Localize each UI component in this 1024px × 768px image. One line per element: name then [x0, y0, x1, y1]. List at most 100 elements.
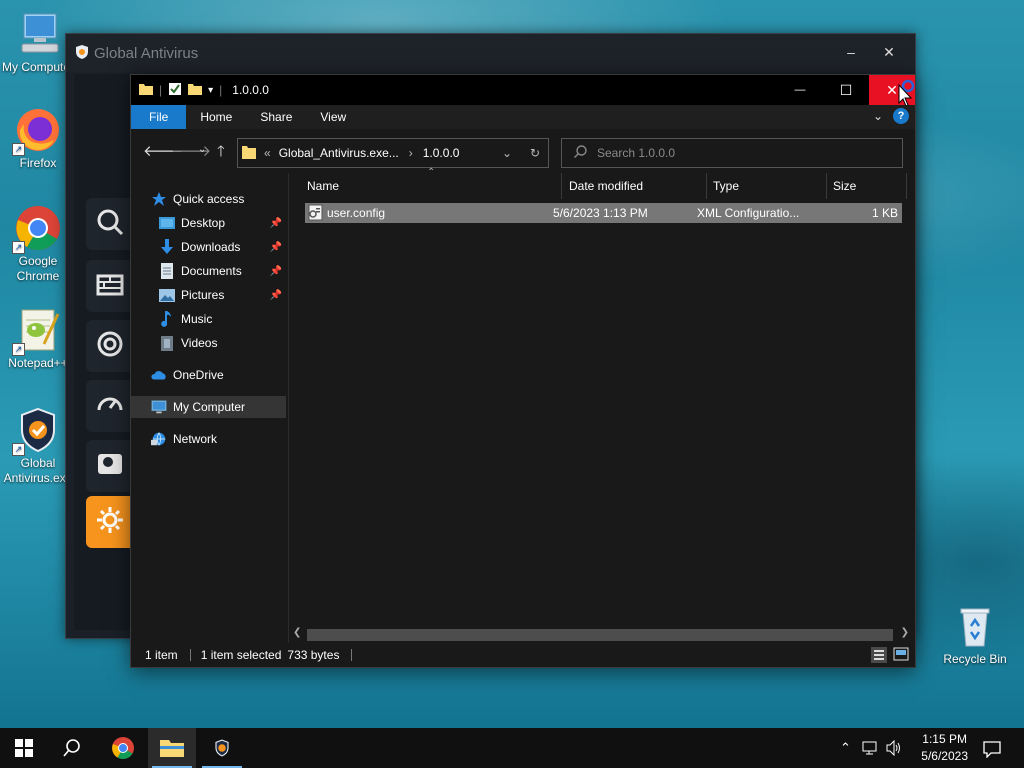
search-input[interactable]: Search 1.0.0.0 [561, 138, 903, 168]
details-view-icon[interactable] [871, 647, 887, 663]
computer-icon [151, 399, 167, 415]
folder-icon [242, 144, 256, 163]
hard-drive-icon [98, 454, 122, 474]
file-list: ⌃ Name Date modified Type Size user.conf… [289, 167, 913, 643]
windows-logo-icon [15, 739, 33, 757]
antivirus-titlebar: Global Antivirus [66, 34, 915, 72]
target-icon [97, 331, 123, 357]
pin-icon[interactable]: 📌 [270, 290, 282, 301]
address-dropdown-icon[interactable]: ⌄ [502, 146, 512, 160]
breadcrumb-global-antivirus[interactable]: Global_Antivirus.exe... [279, 146, 399, 160]
minimize-button[interactable]: – [839, 42, 863, 62]
shortcut-arrow-icon: ↗ [12, 143, 25, 156]
nav-item-network[interactable]: Network [151, 428, 306, 450]
overflow-icon[interactable]: « [264, 146, 271, 160]
window-title: 1.0.0.0 [232, 83, 269, 97]
status-separator [351, 649, 353, 661]
pin-icon[interactable]: 📌 [270, 218, 282, 229]
clock-date: 5/6/2023 [921, 749, 968, 763]
clock-time: 1:15 PM [922, 732, 967, 746]
nav-item-documents[interactable]: Documents 📌 [159, 260, 286, 282]
navigation-pane: Quick access Desktop 📌 Downloads 📌 Docum… [131, 173, 288, 643]
refresh-icon[interactable]: ↻ [530, 146, 540, 160]
toolbar-separator: | [219, 83, 223, 97]
file-explorer-window: | ▾ | 1.0.0.0 — ☐ ✕ File Home Share View… [130, 74, 916, 668]
scroll-right-icon[interactable]: ❯ [901, 627, 909, 638]
nav-item-my-computer[interactable]: My Computer [131, 396, 286, 418]
up-arrow-icon[interactable]: 🡑 [217, 141, 225, 166]
notifications-icon[interactable] [983, 740, 1001, 761]
downloads-icon [159, 239, 175, 255]
show-hidden-icons-icon[interactable]: ⌃ [840, 740, 851, 756]
antivirus-sidebar [74, 74, 138, 630]
nav-item-videos[interactable]: Videos [159, 332, 286, 354]
notepad-plus-plus-icon: ↗ [12, 306, 62, 356]
network-icon [151, 431, 167, 447]
network-status-icon[interactable] [862, 740, 880, 759]
tab-view[interactable]: View [306, 105, 360, 129]
taskbar-global-antivirus[interactable] [198, 728, 246, 768]
toolbar-separator: | [159, 83, 163, 97]
search-icon [574, 145, 587, 161]
nav-item-downloads[interactable]: Downloads 📌 [159, 236, 286, 258]
explorer-titlebar[interactable]: | ▾ | 1.0.0.0 — ☐ ✕ [131, 75, 915, 107]
pin-icon[interactable]: 📌 [270, 242, 282, 253]
recent-locations-icon[interactable]: ⌄ [198, 144, 206, 155]
start-button[interactable] [0, 728, 48, 768]
breadcrumb-current[interactable]: 1.0.0.0 [423, 146, 460, 160]
nav-item-quick-access[interactable]: Quick access [151, 188, 306, 210]
nav-item-music[interactable]: Music [159, 308, 286, 330]
volume-icon[interactable] [886, 739, 902, 759]
videos-icon [159, 335, 175, 351]
file-row-user-config[interactable]: user.config 5/6/2023 1:13 PM XML Configu… [305, 203, 902, 223]
taskbar-file-explorer[interactable] [148, 728, 196, 768]
tab-file[interactable]: File [131, 105, 187, 129]
firefox-icon: ↗ [12, 106, 62, 156]
nav-item-onedrive[interactable]: OneDrive [151, 364, 306, 386]
pictures-icon [159, 287, 175, 303]
search-button[interactable] [48, 728, 96, 768]
search-icon [97, 209, 124, 236]
expand-ribbon-icon[interactable]: ⌄ [873, 109, 883, 123]
scrollbar-thumb[interactable] [307, 629, 893, 641]
nav-item-pictures[interactable]: Pictures 📌 [159, 284, 286, 306]
shield-icon [76, 44, 88, 62]
scroll-left-icon[interactable]: ❮ [293, 627, 301, 638]
shortcut-arrow-icon: ↗ [12, 241, 25, 254]
taskbar: ⌃ 1:15 PM 5/6/2023 [0, 728, 1024, 768]
minimize-button[interactable]: — [777, 75, 823, 105]
desktop-icon-recycle-bin[interactable]: Recycle Bin [937, 602, 1013, 667]
close-button[interactable]: ✕ [877, 42, 901, 62]
file-explorer-icon [160, 740, 184, 757]
file-size: 1 KB [871, 206, 898, 220]
properties-icon[interactable] [168, 82, 182, 99]
help-icon[interactable]: ? [893, 108, 909, 124]
tab-home[interactable]: Home [186, 105, 246, 129]
search-placeholder: Search 1.0.0.0 [597, 146, 676, 160]
address-bar[interactable]: « Global_Antivirus.exe... › 1.0.0.0 ⌄ ↻ [237, 138, 549, 168]
maximize-button[interactable]: ☐ [823, 75, 869, 105]
new-folder-icon[interactable] [188, 82, 203, 99]
horizontal-scrollbar[interactable]: ❮ ❯ [289, 627, 913, 643]
file-type: XML Configuratio... [697, 206, 800, 220]
column-header-type[interactable]: Type [707, 173, 827, 199]
customize-quick-access-icon[interactable]: ▾ [208, 85, 213, 96]
maximize-icon: ☐ [839, 81, 853, 98]
pin-icon[interactable]: 📌 [270, 266, 282, 277]
ribbon-right-controls: ⌄ ? [873, 108, 909, 124]
onedrive-icon [151, 367, 167, 383]
music-icon [159, 311, 175, 327]
taskbar-chrome[interactable] [99, 728, 147, 768]
large-icons-view-icon[interactable] [893, 647, 909, 664]
column-header-size[interactable]: Size [827, 173, 907, 199]
column-header-date-modified[interactable]: Date modified [562, 173, 707, 199]
gear-icon [97, 507, 123, 533]
speedometer-icon [97, 397, 123, 411]
firewall-icon [96, 274, 124, 296]
shield-icon: ↗ [12, 406, 62, 456]
column-header-name[interactable]: Name [289, 173, 562, 199]
nav-item-desktop[interactable]: Desktop 📌 [159, 212, 286, 234]
taskbar-clock[interactable]: 1:15 PM 5/6/2023 [921, 731, 968, 765]
tab-share[interactable]: Share [246, 105, 306, 129]
chrome-icon: ↗ [12, 204, 62, 254]
